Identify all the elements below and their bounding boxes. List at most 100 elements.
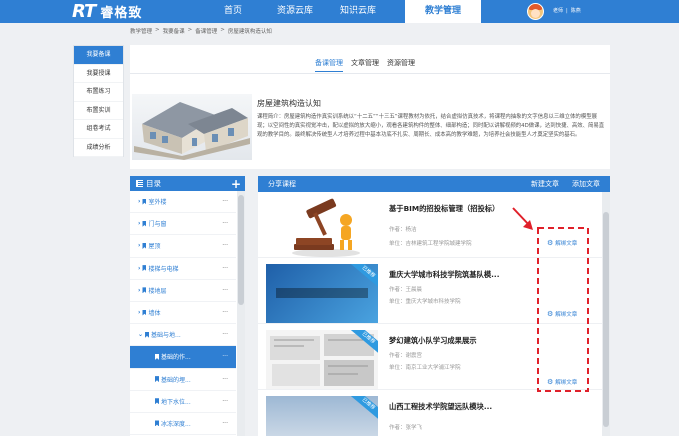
directory-item[interactable]: 基础的埋... ···	[130, 369, 236, 391]
directory-item[interactable]: 基础的作... ···	[130, 346, 236, 369]
directory-item-text: 基础的作...	[161, 354, 191, 362]
directory-scrollbar[interactable]	[237, 191, 245, 436]
course-description: 课程简介：房屋建筑构造作真实训系统以“十二五”“十三五”课程教材为依托，结合虚拟…	[257, 114, 605, 138]
directory-item[interactable]: ⌄ 基础与地... ···	[130, 324, 236, 347]
avatar[interactable]	[527, 3, 544, 20]
directory-item-label: › 楼地层	[138, 286, 167, 295]
directory-item-label: › 室外楼	[138, 197, 167, 206]
tab-article-manage[interactable]: 文章管理	[351, 58, 379, 72]
sidebar-item-grades[interactable]: 成绩分析	[74, 139, 123, 157]
article-thumbnail	[266, 198, 378, 257]
nav-group: 首页 资源云库 知识云库 教学管理	[203, 0, 481, 23]
brand-logo[interactable]: RT 睿格致	[72, 1, 142, 22]
directory-item-text: 冰冻深度...	[161, 420, 191, 428]
more-options-icon[interactable]: ···	[222, 198, 228, 205]
directory-item[interactable]: › 楼地层 ···	[130, 280, 236, 302]
user-info[interactable]: 老师 | 陈燕	[553, 7, 581, 14]
directory-item-label: › 门与窗	[138, 219, 167, 228]
sidebar-item-prepare[interactable]: 我要备课	[74, 46, 123, 65]
article-author: 作者：杨洁	[389, 227, 417, 233]
shared-course-panel: 分享课程 新建文章 添加文章 基于BIM的招投标管理（招投标） 作者：杨洁 单位…	[258, 176, 610, 436]
directory-scrollbar-thumb[interactable]	[238, 195, 244, 305]
tab-prepare-manage[interactable]: 备课管理	[315, 58, 343, 72]
chevron-right-icon[interactable]: ›	[138, 198, 140, 205]
directory-item-label: 冰冻深度...	[138, 419, 191, 428]
unbind-article-button[interactable]: ⚙ 解绑文章	[547, 378, 577, 386]
course-panel: 备课管理 文章管理 资源管理 房屋建筑构造认知 课程简介：房屋建筑构造作真实训系…	[130, 45, 610, 169]
nav-teaching-management[interactable]: 教学管理	[405, 0, 481, 23]
article-item[interactable]: 已推荐 梦幻建筑小队学习成果展示 作者：谢震宫 单位：南京工业大学浦江学院 ⚙ 解…	[258, 324, 602, 390]
chevron-down-icon[interactable]: ⌄	[138, 331, 143, 338]
nav-resource-library[interactable]: 资源云库	[263, 0, 327, 23]
chevron-right-icon[interactable]: ›	[138, 309, 140, 316]
article-title[interactable]: 重庆大学城市科技学院筑基队模...	[389, 270, 499, 280]
more-options-icon[interactable]: ···	[222, 265, 228, 272]
article-author: 作者：王晨晨	[389, 287, 423, 293]
tab-divider	[130, 73, 610, 74]
bookmark-icon	[155, 353, 159, 360]
course-title: 房屋建筑构造认知	[257, 99, 321, 108]
chevron-right-icon[interactable]: ›	[138, 287, 140, 294]
directory-item[interactable]: › 楼梯与电梯 ···	[130, 258, 236, 280]
directory-item[interactable]: › 屋顶 ···	[130, 235, 236, 258]
directory-item[interactable]: › 门与窗 ···	[130, 213, 236, 236]
nav-home[interactable]: 首页	[203, 0, 263, 23]
chevron-right-icon[interactable]: ›	[138, 265, 140, 272]
chevron-right-icon[interactable]: ›	[138, 242, 140, 249]
directory-item[interactable]: 地下水位... ···	[130, 391, 236, 413]
more-options-icon[interactable]: ···	[222, 398, 228, 405]
top-navigation-bar: RT 睿格致 首页 资源云库 知识云库 教学管理 老师 | 陈燕	[0, 0, 679, 23]
sidebar-item-exercise[interactable]: 布置练习	[74, 83, 123, 102]
article-item[interactable]: 已推荐 山西工程技术学院望远队模块... 作者：张学飞	[258, 390, 602, 436]
bookmark-icon	[142, 220, 147, 227]
directory-item[interactable]: › 室外楼 ···	[130, 191, 236, 214]
add-article-button[interactable]: 添加文章	[572, 179, 600, 189]
directory-tree: › 室外楼 ··· › 门与窗 ··· › 屋顶 ··· › 楼梯与电梯 ··· › 楼地层 ··· › 墙体 ·…	[130, 191, 236, 436]
directory-item[interactable]: 冰冻深度... ···	[130, 413, 236, 436]
directory-item-text: 室外楼	[148, 199, 167, 207]
tab-bar: 备课管理 文章管理 资源管理	[315, 58, 415, 72]
directory-title: 目录	[146, 179, 161, 188]
article-list-scrollbar[interactable]	[602, 192, 610, 436]
breadcrumb-sep: >	[220, 27, 225, 33]
unbind-article-label: 解绑文章	[555, 312, 578, 318]
sidebar-item-teach[interactable]: 我要授课	[74, 65, 123, 83]
breadcrumb-prepare[interactable]: 我要备课	[163, 27, 185, 35]
more-options-icon[interactable]: ···	[222, 331, 228, 338]
more-options-icon[interactable]: ···	[222, 309, 228, 316]
unbind-article-button[interactable]: ⚙ 解绑文章	[547, 239, 577, 247]
article-item[interactable]: 已推荐 重庆大学城市科技学院筑基队模... 作者：王晨晨 单位：重庆大学城市科技…	[258, 258, 602, 324]
list-icon	[136, 180, 143, 187]
breadcrumb-prepare-manage[interactable]: 备课管理	[195, 27, 217, 35]
article-title[interactable]: 基于BIM的招投标管理（招投标）	[389, 204, 499, 214]
article-title[interactable]: 梦幻建筑小队学习成果展示	[389, 336, 477, 346]
more-options-icon[interactable]: ···	[222, 420, 228, 427]
house-model-illustration	[134, 102, 250, 160]
article-list-scrollbar-thumb[interactable]	[603, 212, 609, 427]
sidebar-item-training[interactable]: 布置实训	[74, 102, 123, 120]
directory-item-label: › 楼梯与电梯	[138, 264, 179, 273]
add-chapter-icon[interactable]: +	[231, 178, 241, 190]
tab-resource-manage[interactable]: 资源管理	[387, 58, 415, 72]
gear-icon: ⚙	[547, 239, 554, 247]
more-options-icon[interactable]: ···	[222, 242, 228, 249]
course-cover-image	[132, 94, 252, 160]
directory-item[interactable]: › 墙体 ···	[130, 302, 236, 325]
shared-course-title: 分享课程	[268, 180, 296, 188]
more-options-icon[interactable]: ···	[222, 376, 228, 383]
more-options-icon[interactable]: ···	[222, 287, 228, 294]
directory-item-text: 基础的埋...	[161, 376, 191, 384]
nav-knowledge-library[interactable]: 知识云库	[327, 0, 389, 23]
bookmark-icon	[142, 309, 147, 316]
article-title[interactable]: 山西工程技术学院望远队模块...	[389, 402, 492, 412]
chevron-right-icon[interactable]: ›	[138, 220, 140, 227]
unbind-article-button[interactable]: ⚙ 解绑文章	[547, 310, 577, 318]
article-thumbnail: 已推荐	[266, 330, 378, 389]
breadcrumb-teaching[interactable]: 教学管理	[130, 27, 152, 35]
more-options-icon[interactable]: ···	[222, 220, 228, 227]
more-options-icon[interactable]: ···	[222, 353, 228, 360]
unbind-article-label: 解绑文章	[555, 380, 578, 386]
sidebar-item-exam[interactable]: 组卷考试	[74, 120, 123, 139]
new-article-button[interactable]: 新建文章	[531, 179, 559, 189]
article-item[interactable]: 基于BIM的招投标管理（招投标） 作者：杨洁 单位：吉林建筑工程学院城建学院 ⚙…	[258, 192, 602, 258]
